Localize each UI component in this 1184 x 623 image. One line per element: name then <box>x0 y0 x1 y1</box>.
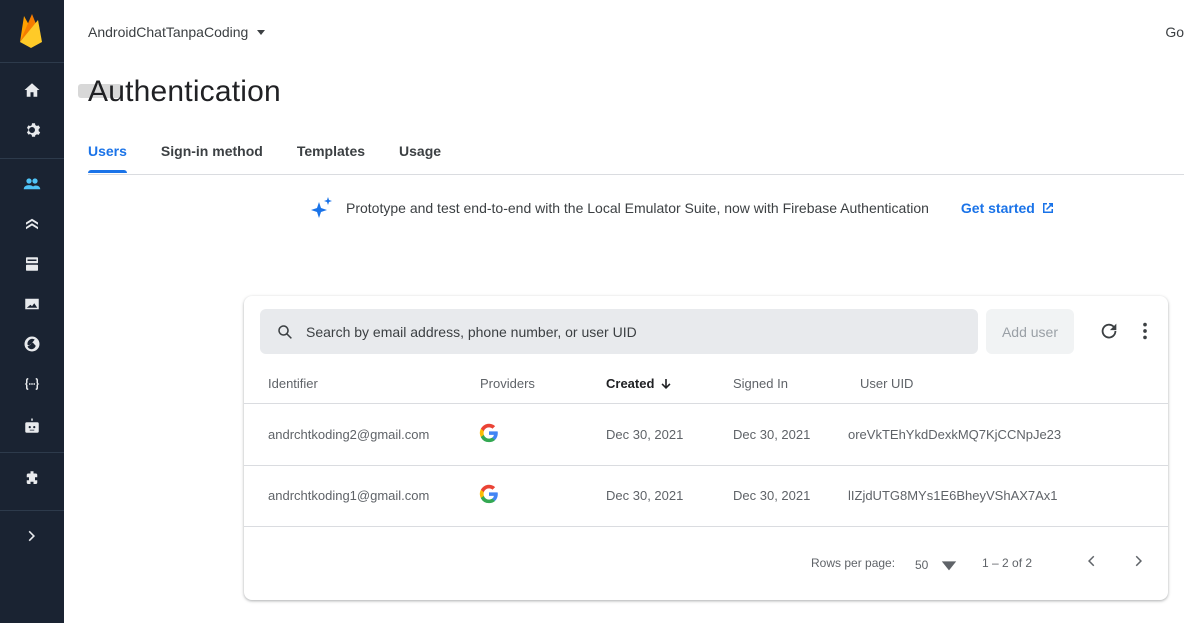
expand-icon[interactable] <box>20 524 44 548</box>
column-providers[interactable]: Providers <box>480 376 535 391</box>
prev-page-icon[interactable] <box>1082 552 1100 573</box>
table-row[interactable]: andrchtkoding1@gmail.com Dec 30, 2021 De… <box>244 466 1168 527</box>
tab-templates[interactable]: Templates <box>297 143 365 173</box>
extensions-icon[interactable] <box>20 466 44 490</box>
column-identifier[interactable]: Identifier <box>268 376 318 391</box>
table-header: Identifier Providers Created Signed In U… <box>244 368 1168 404</box>
column-created[interactable]: Created <box>606 376 672 391</box>
cell-user-uid: oreVkTEhYkdDexkMQ7KjCCNpJe23 <box>848 427 1062 442</box>
page-title: Authentication <box>88 75 281 108</box>
cell-identifier: andrchtkoding2@gmail.com <box>268 427 430 442</box>
more-vert-icon[interactable] <box>1134 320 1156 342</box>
sort-down-icon <box>661 378 671 389</box>
firestore-icon[interactable] <box>20 212 44 236</box>
cell-signed-in: Dec 30, 2021 <box>733 488 811 503</box>
ml-icon[interactable] <box>20 414 44 438</box>
firebase-logo[interactable] <box>18 12 44 50</box>
cell-identifier: andrchtkoding1@gmail.com <box>268 488 430 503</box>
sidebar-divider <box>0 62 64 63</box>
project-name: AndroidChatTanpaCoding <box>88 24 249 40</box>
tab-sign-in-method[interactable]: Sign-in method <box>161 143 263 173</box>
table-pagination: Rows per page: 50 1 – 2 of 2 <box>244 526 1168 600</box>
emulator-banner: Prototype and test end-to-end with the L… <box>310 196 1055 220</box>
users-icon[interactable] <box>20 172 44 196</box>
tab-bar: Users Sign-in method Templates Usage <box>88 143 441 173</box>
dropdown-arrow-icon <box>942 561 957 571</box>
get-started-label: Get started <box>960 200 1035 216</box>
add-user-button[interactable]: Add user <box>986 309 1074 354</box>
cell-created: Dec 30, 2021 <box>606 488 684 503</box>
tab-usage[interactable]: Usage <box>399 143 441 173</box>
rows-per-page-label: Rows per page: <box>811 556 896 570</box>
search-bar[interactable] <box>260 309 978 354</box>
functions-icon[interactable] <box>20 372 44 396</box>
sidebar <box>0 0 64 623</box>
rows-per-page-value: 50 <box>915 558 929 572</box>
sparkle-icon <box>311 197 332 218</box>
table-row[interactable]: andrchtkoding2@gmail.com Dec 30, 2021 De… <box>244 405 1168 466</box>
cell-created: Dec 30, 2021 <box>606 427 684 442</box>
column-created-label: Created <box>606 376 655 391</box>
home-icon[interactable] <box>20 78 44 102</box>
cell-signed-in: Dec 30, 2021 <box>733 427 811 442</box>
get-started-link[interactable]: Get started <box>961 200 1055 216</box>
tab-users[interactable]: Users <box>88 143 127 173</box>
project-selector[interactable]: AndroidChatTanpaCoding <box>88 24 266 40</box>
sidebar-divider <box>0 158 64 159</box>
refresh-icon[interactable] <box>1098 320 1120 342</box>
search-input[interactable] <box>306 323 926 340</box>
users-card: Add user Identifier Providers Created Si… <box>244 296 1168 600</box>
column-signed-in[interactable]: Signed In <box>733 376 788 391</box>
storage-icon[interactable] <box>20 292 44 316</box>
rows-per-page-select[interactable]: 50 <box>915 556 958 574</box>
banner-text: Prototype and test end-to-end with the L… <box>346 200 929 216</box>
cell-user-uid: lIZjdUTG8MYs1E6BheyVShAX7Ax1 <box>848 488 1058 503</box>
sidebar-divider <box>0 510 64 511</box>
dropdown-arrow-icon <box>257 30 266 35</box>
top-right-link[interactable]: Go <box>1165 24 1184 40</box>
tabs-divider <box>88 174 1184 175</box>
search-icon <box>278 324 292 339</box>
hosting-icon[interactable] <box>20 332 44 356</box>
sidebar-divider <box>0 452 64 453</box>
pagination-range: 1 – 2 of 2 <box>982 556 1033 570</box>
database-icon[interactable] <box>20 252 44 276</box>
next-page-icon[interactable] <box>1130 552 1148 573</box>
settings-icon[interactable] <box>20 118 44 142</box>
column-user-uid[interactable]: User UID <box>860 376 913 391</box>
open-in-new-icon <box>1042 203 1053 213</box>
google-icon <box>479 423 498 443</box>
google-icon <box>479 484 498 504</box>
